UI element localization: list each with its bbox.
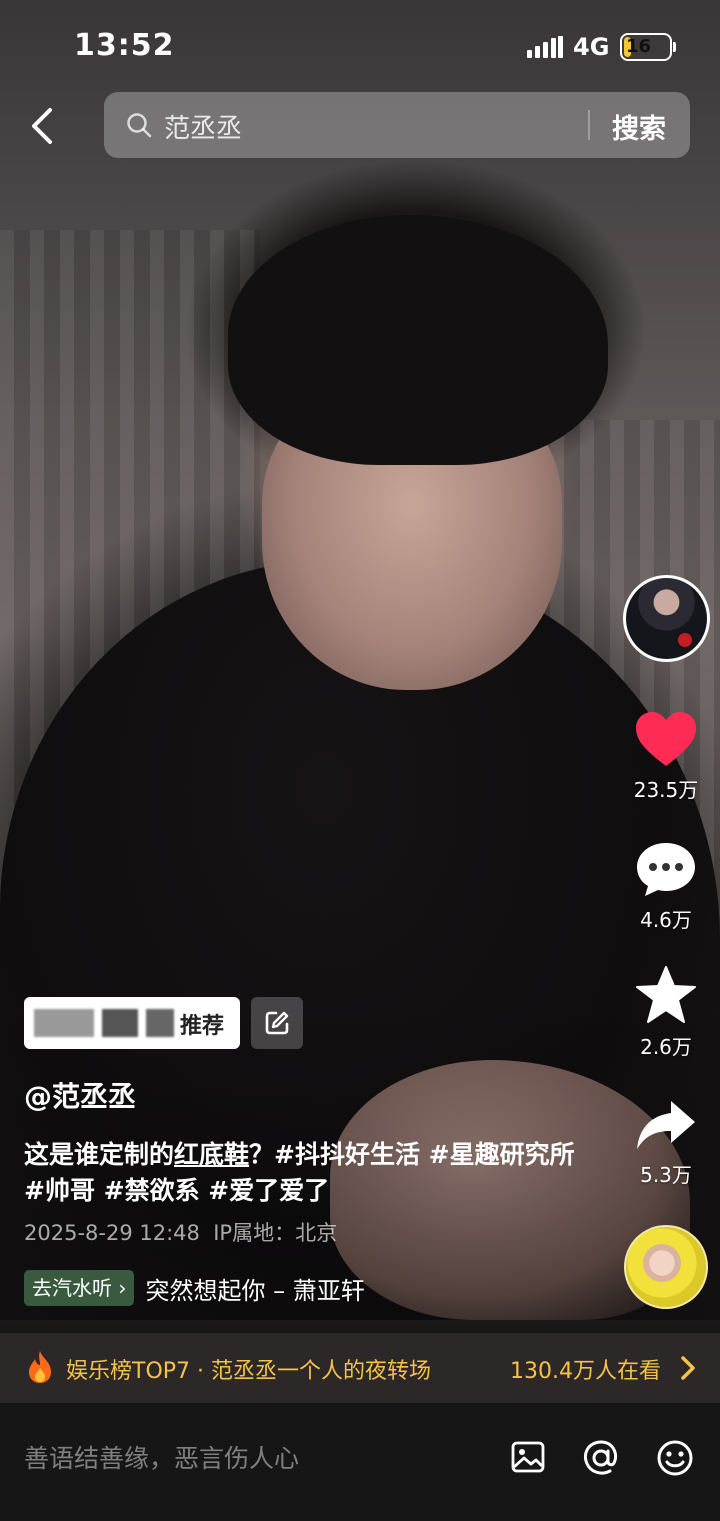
qishui-music-button[interactable]: 去汽水听 › [24,1270,135,1306]
hot-ranking-bar[interactable]: 娱乐榜TOP7 · 范丞丞一个人的夜转场 130.4万人在看 [0,1333,720,1403]
battery-icon: 16 [620,33,672,61]
music-title[interactable]: 突然想起你 – 萧亚轩 [145,1271,364,1306]
blurred-text [34,1009,94,1037]
comment-count: 4.6万 [640,908,692,932]
battery-cap [673,42,676,52]
author-name[interactable]: @范丞丞 [24,1075,136,1115]
chevron-left-icon [32,108,52,144]
share-count: 5.3万 [640,1163,692,1187]
post-meta: 2025-8-29 12:48 IP属地：北京 [24,1217,337,1247]
video-caption[interactable]: 这是谁定制的红底鞋？#抖抖好生活 #星趣研究所#帅哥 #禁欲系 #爱了爱了 [24,1137,584,1209]
edit-button[interactable] [251,997,303,1049]
search-input[interactable]: 范丞丞 [164,108,242,145]
ip-location: IP属地：北京 [213,1221,338,1245]
search-button[interactable]: 搜索 [612,107,666,146]
recommend-chip[interactable]: 推荐 [24,997,240,1049]
blurred-text [102,1009,138,1037]
music-row[interactable]: 去汽水听 › 突然想起你 – 萧亚轩 [24,1270,365,1306]
favorite-button[interactable]: 2.6万 [620,965,712,1060]
blurred-text [146,1009,174,1037]
search-divider [588,110,590,140]
signal-icon [527,36,563,58]
comment-input[interactable]: 善语结善缘，恶言伤人心 [24,1439,299,1475]
comment-icon [637,843,695,896]
battery-level: 16 [626,36,652,57]
post-date: 2025-8-29 12:48 [24,1221,200,1245]
search-icon [127,113,152,138]
recommend-label: 推荐 [180,1014,225,1039]
comment-bar: 善语结善缘，恶言伤人心 [0,1405,720,1521]
image-icon[interactable] [510,1439,546,1475]
edit-icon [265,1011,289,1035]
hot-ranking-text: 娱乐榜TOP7 · 范丞丞一个人的夜转场 [66,1359,431,1384]
chevron-right-icon [681,1356,695,1380]
status-bar: 13:52 4G 16 [0,0,720,92]
avatar-rose [678,633,692,647]
status-time: 13:52 [74,28,175,63]
fire-icon [29,1351,51,1383]
person-hair [228,215,608,465]
share-icon [637,1101,695,1149]
viewer-count: 130.4万人在看 [510,1359,661,1384]
share-button[interactable]: 5.3万 [620,1097,712,1188]
back-button[interactable] [22,102,66,150]
caption-prefix: 这是谁定制的 [24,1140,175,1169]
author-avatar[interactable] [623,575,710,662]
search-box[interactable]: 范丞丞 搜索 [104,92,690,158]
like-button[interactable]: 23.5万 [620,710,712,803]
at-mention-icon[interactable] [582,1439,620,1477]
network-type: 4G [573,33,610,61]
star-icon [636,966,696,1023]
emoji-icon[interactable] [656,1439,694,1477]
comment-button[interactable]: 4.6万 [620,840,712,933]
like-count: 23.5万 [633,778,699,802]
heart-icon [636,712,696,766]
favorite-count: 2.6万 [640,1035,692,1059]
music-disc[interactable] [624,1225,708,1309]
caption-search-keyword[interactable]: 红底鞋 [174,1140,249,1169]
